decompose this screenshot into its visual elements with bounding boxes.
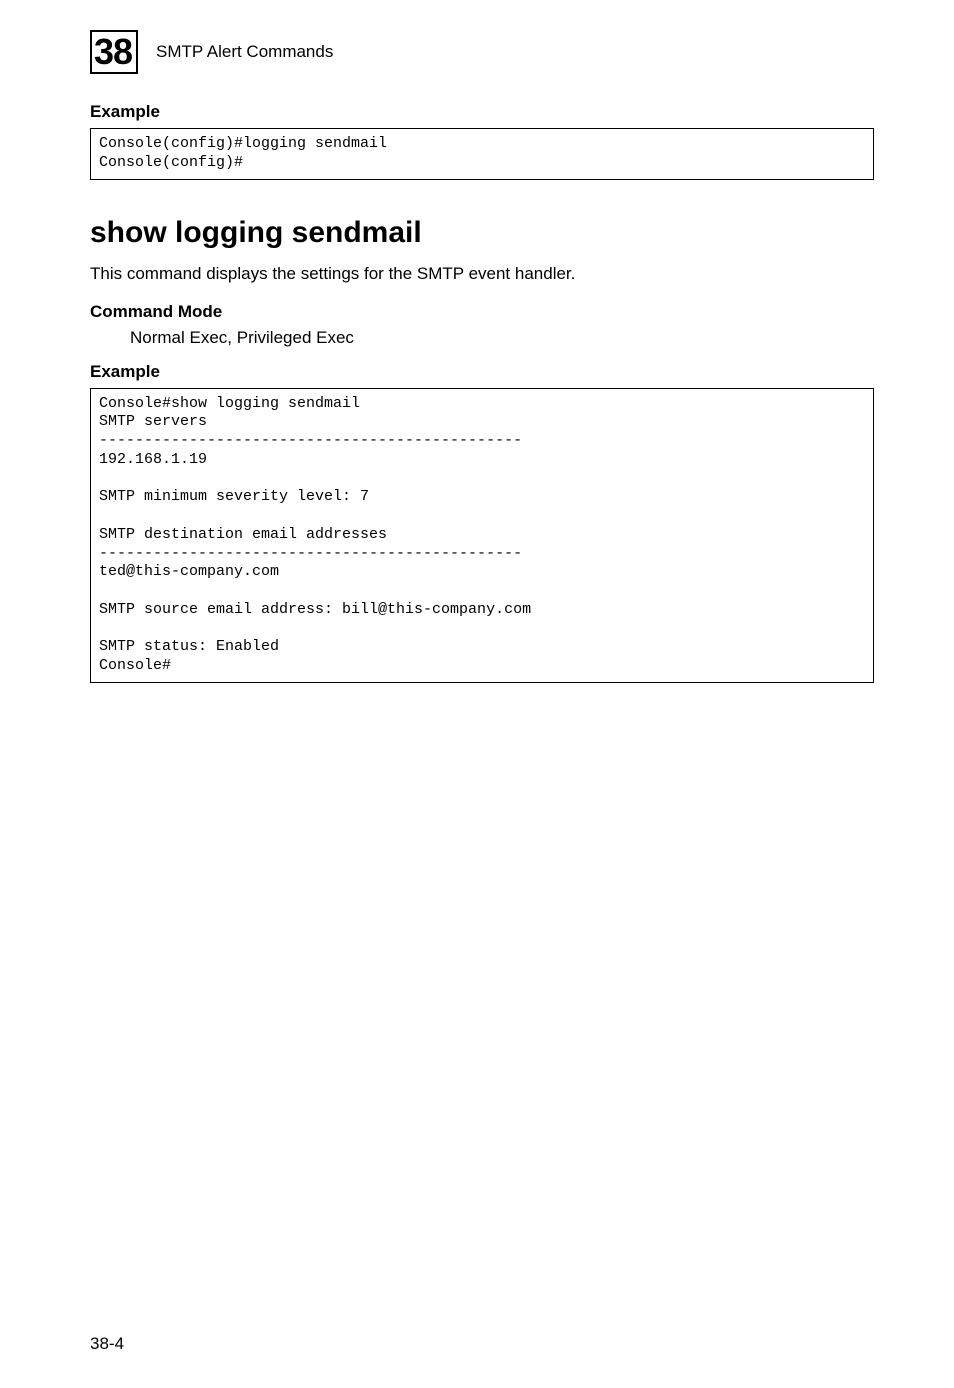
command-mode-value: Normal Exec, Privileged Exec [130,328,874,348]
example-label-2: Example [90,362,874,382]
page-header: 38 SMTP Alert Commands [90,30,874,74]
code-block-1: Console(config)#logging sendmail Console… [90,128,874,180]
command-mode-label: Command Mode [90,302,874,322]
chapter-title: SMTP Alert Commands [156,42,333,62]
example-label-1: Example [90,102,874,122]
page-number: 38-4 [90,1334,124,1354]
section-description: This command displays the settings for t… [90,264,874,284]
code-block-2: Console#show logging sendmail SMTP serve… [90,388,874,683]
section-heading: show logging sendmail [90,216,874,250]
chapter-number-box: 38 [90,30,138,74]
